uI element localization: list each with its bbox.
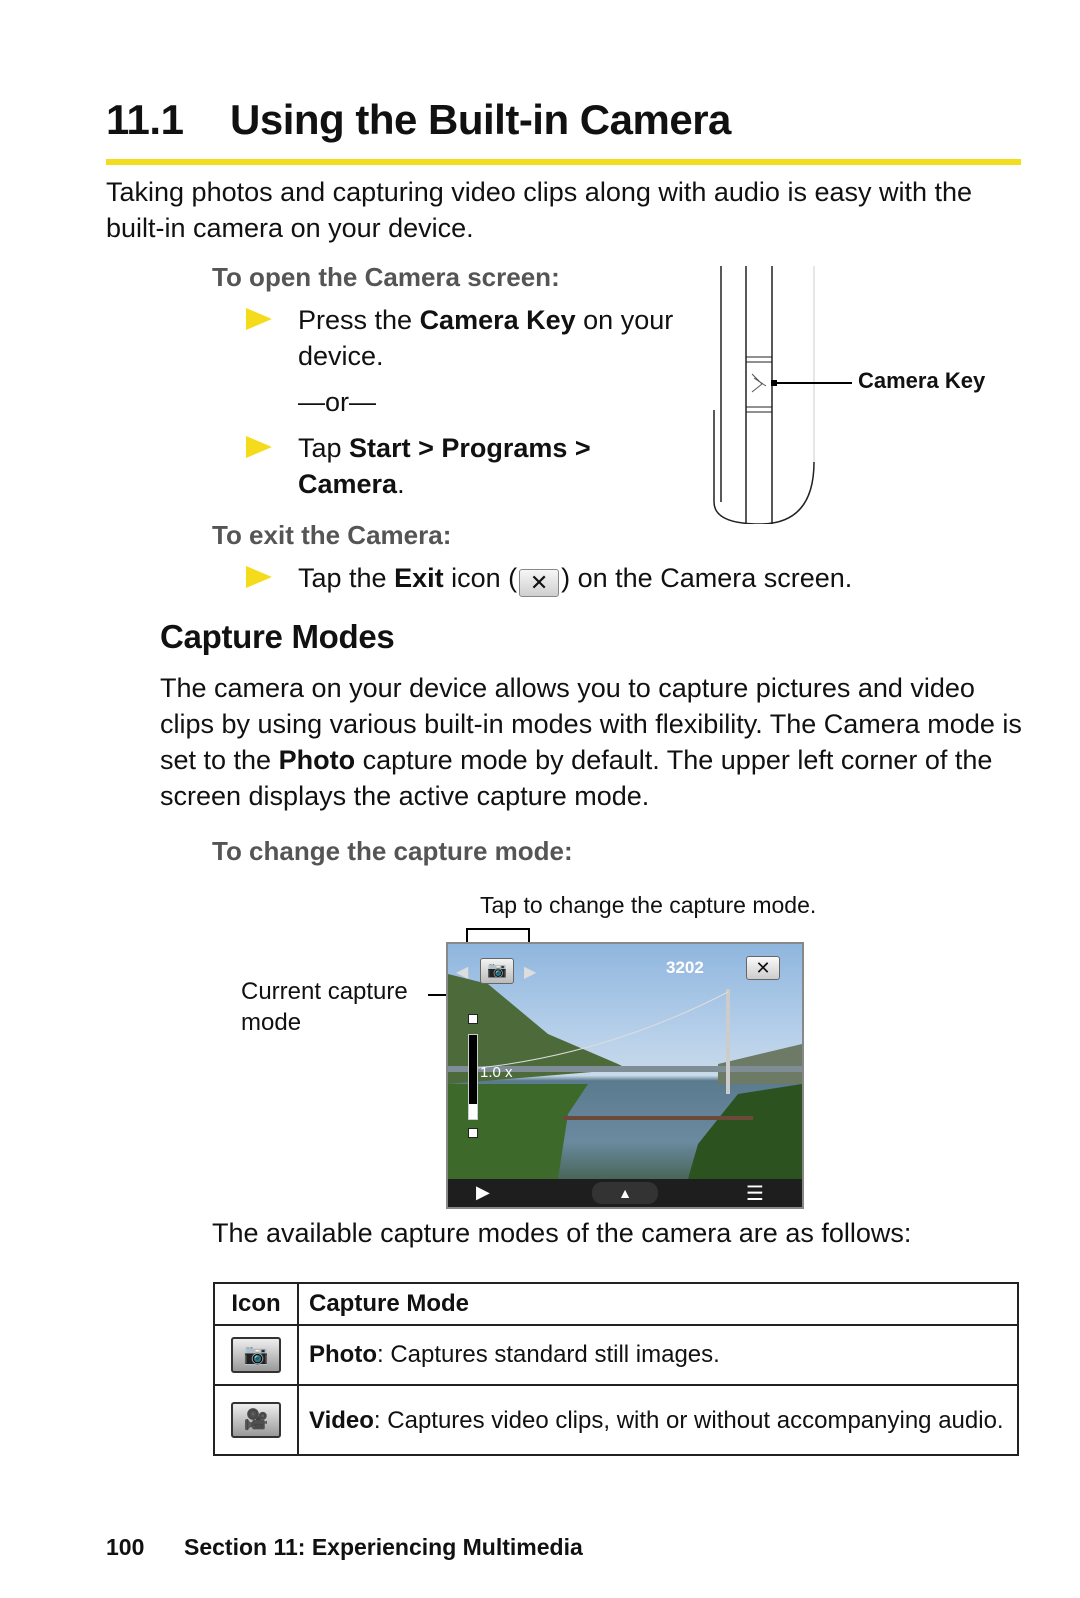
table-row: 📷 Photo: Captures standard still images. [213, 1324, 1019, 1386]
video-mode-icon: 🎥 [231, 1402, 281, 1438]
mode-prev-arrow[interactable]: ◀ [456, 962, 468, 982]
bullet-icon [246, 308, 272, 330]
camera-key-callout: Camera Key [858, 368, 986, 393]
callout-line [776, 382, 852, 384]
expand-up-button[interactable]: ▲ [592, 1182, 658, 1204]
exit-camera-heading: To exit the Camera: [212, 520, 452, 550]
current-mode-callout: Current capture mode [241, 978, 408, 1036]
callout-bracket [466, 928, 530, 942]
intro-paragraph: Taking photos and capturing video clips … [106, 177, 973, 243]
page-footer: 100 Section 11: Experiencing Multimedia [106, 1534, 583, 1561]
shots-remaining: 3202 [666, 958, 704, 977]
play-icon[interactable]: ▶ [476, 1182, 490, 1203]
footer-section: Section 11: Experiencing Multimedia [184, 1534, 583, 1560]
zoom-out-icon[interactable] [468, 1128, 478, 1138]
page-title: 11.1 Using the Built-in Camera [106, 96, 731, 144]
mode-next-arrow[interactable]: ▶ [524, 962, 536, 982]
section-title: Using the Built-in Camera [230, 96, 731, 143]
section-number: 11.1 [106, 96, 184, 143]
exit-button[interactable]: ✕ [746, 956, 780, 980]
exit-step: Tap the Exit icon (✕) on the Camera scre… [298, 563, 853, 597]
page-number: 100 [106, 1534, 145, 1560]
camera-key-label: Camera Key [419, 305, 576, 335]
column-header-icon: Icon [213, 1282, 299, 1326]
table-header-row: Icon Capture Mode [213, 1282, 1019, 1326]
or-separator: —or— [298, 387, 377, 417]
capture-modes-paragraph: The camera on your device allows you to … [160, 673, 1022, 811]
bullet-icon [246, 436, 272, 458]
menu-icon[interactable]: ☰ [746, 1181, 764, 1206]
change-mode-heading: To change the capture mode: [212, 836, 573, 866]
photo-mode-icon[interactable]: 📷 [480, 958, 514, 984]
camera-toolbar: ▶ ▲ ☰ [448, 1179, 802, 1207]
capture-modes-heading: Capture Modes [160, 618, 395, 655]
capture-modes-table: Icon Capture Mode 📷 Photo: Captures stan… [213, 1282, 1019, 1456]
zoom-in-icon[interactable] [468, 1014, 478, 1024]
photo-mode-icon: 📷 [231, 1337, 281, 1373]
zoom-level: 1.0 x [480, 1064, 513, 1081]
open-camera-heading: To open the Camera screen: [212, 262, 560, 292]
bullet-icon [246, 566, 272, 588]
camera-screen: ◀ 📷 ▶ 3202 ✕ 1.0 x ▶ ▲ ☰ [446, 942, 804, 1209]
modes-intro: The available capture modes of the camer… [212, 1218, 912, 1248]
open-step-1: Press the Camera Key on your device. [298, 305, 674, 371]
table-row: 🎥 Video: Captures video clips, with or w… [213, 1384, 1019, 1456]
device-side-illustration [713, 266, 815, 524]
zoom-slider[interactable] [468, 1034, 478, 1120]
open-step-2: Tap Start > Programs > Camera. [298, 433, 591, 499]
column-header-mode: Capture Mode [297, 1282, 1019, 1326]
tap-to-change-callout: Tap to change the capture mode. [480, 892, 817, 918]
title-underline [106, 159, 1021, 165]
exit-icon: ✕ [519, 569, 560, 597]
